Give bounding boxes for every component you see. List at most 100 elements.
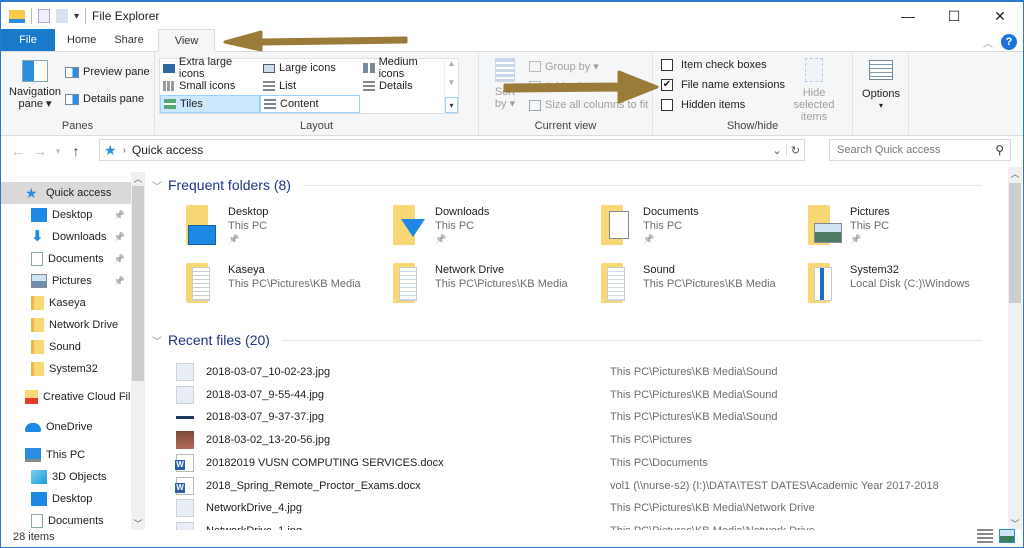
frequent-folder-tile[interactable]: Sound This PC\Pictures\KB Media bbox=[599, 263, 799, 313]
address-dropdown-icon[interactable]: ⌄ bbox=[768, 144, 786, 157]
download-icon: ⬇ bbox=[31, 228, 44, 245]
item-check-boxes-toggle[interactable]: Item check boxes bbox=[661, 59, 767, 71]
large-icons-icon bbox=[263, 63, 275, 73]
search-icon[interactable]: ⚲ bbox=[995, 143, 1004, 157]
scroll-up-icon[interactable]: ︿ bbox=[1008, 167, 1022, 180]
collapse-chevron-icon[interactable]: ﹀ bbox=[152, 178, 162, 193]
nav-item[interactable]: OneDrive bbox=[1, 416, 131, 438]
gallery-up-icon[interactable]: ▲ bbox=[448, 59, 456, 68]
refresh-icon[interactable]: ↻ bbox=[786, 143, 804, 157]
nav-item-label: Sound bbox=[49, 341, 81, 353]
large-icons-view-icon[interactable] bbox=[999, 529, 1015, 543]
layout-content[interactable]: Content bbox=[260, 95, 360, 113]
up-button[interactable]: ↑ bbox=[65, 143, 87, 159]
nav-item[interactable]: Network Drive bbox=[1, 314, 131, 336]
frequent-folder-tile[interactable]: Downloads This PC 📌 bbox=[391, 205, 591, 255]
layout-large-icons[interactable]: Large icons bbox=[260, 59, 360, 77]
address-path[interactable]: Quick access bbox=[132, 143, 203, 157]
nav-item[interactable]: Sound bbox=[1, 336, 131, 358]
folder-overlay bbox=[401, 219, 425, 237]
nav-item[interactable]: 3D Objects bbox=[1, 466, 131, 488]
details-pane-button[interactable]: Details pane bbox=[65, 93, 144, 105]
scroll-thumb[interactable] bbox=[1009, 183, 1021, 303]
scroll-thumb[interactable] bbox=[132, 186, 144, 381]
recent-file-row[interactable]: 2018-03-07_10-02-23.jpg This PC\Pictures\… bbox=[176, 361, 976, 383]
nav-item[interactable]: ★ Quick access bbox=[1, 182, 131, 204]
properties-icon[interactable] bbox=[38, 9, 50, 23]
preview-pane-button[interactable]: Preview pane bbox=[65, 66, 150, 78]
recent-file-row[interactable]: 2018-03-07_9-37-37.jpg This PC\Pictures\K… bbox=[176, 406, 976, 428]
nav-item[interactable]: Desktop 📌 bbox=[1, 204, 131, 226]
nav-item[interactable]: Creative Cloud Fil bbox=[1, 386, 131, 408]
file-name-extensions-checkbox[interactable]: ✔ bbox=[661, 79, 673, 91]
tab-view[interactable]: View bbox=[157, 29, 216, 52]
layout-small-icons[interactable]: Small icons bbox=[160, 77, 260, 95]
layout-medium-icons[interactable]: Medium icons bbox=[360, 56, 444, 80]
hide-selected-items-button[interactable]: Hide selected items bbox=[781, 58, 847, 123]
scroll-up-icon[interactable]: ︿ bbox=[131, 172, 145, 185]
address-bar[interactable]: ★ › Quick access ⌄ ↻ bbox=[99, 139, 805, 161]
frequent-folders-header[interactable]: ﹀ Frequent folders (8) bbox=[152, 177, 982, 193]
hidden-items-checkbox[interactable] bbox=[661, 99, 673, 111]
frequent-folder-tile[interactable]: Pictures This PC 📌 bbox=[806, 205, 991, 255]
layout-item-label: Details bbox=[379, 80, 413, 92]
collapse-chevron-icon[interactable]: ﹀ bbox=[152, 333, 162, 348]
onedrive-icon bbox=[25, 422, 41, 432]
file-name: 2018_Spring_Remote_Proctor_Exams.docx bbox=[206, 479, 421, 492]
breadcrumb-separator-icon[interactable]: › bbox=[123, 145, 126, 156]
recent-file-row[interactable]: 2018-03-07_9-55-44.jpg This PC\Pictures\K… bbox=[176, 384, 976, 406]
item-check-boxes-checkbox[interactable] bbox=[661, 59, 673, 71]
recent-locations-button[interactable]: ▾ bbox=[51, 146, 65, 157]
forward-button[interactable]: → bbox=[29, 143, 51, 159]
back-button[interactable]: ← bbox=[7, 143, 29, 159]
ribbon-right-controls: ︿ ? bbox=[983, 34, 1017, 50]
recent-file-row[interactable]: 2018-03-02_13-20-56.jpg This PC\Pictures bbox=[176, 429, 976, 451]
frequent-folder-tile[interactable]: Kaseya This PC\Pictures\KB Media bbox=[184, 263, 384, 313]
nav-item[interactable]: Documents 📌 bbox=[1, 248, 131, 270]
options-button[interactable]: Options ▾ bbox=[855, 60, 907, 112]
nav-pane-scrollbar[interactable]: ︿ ﹀ bbox=[131, 172, 145, 530]
help-icon[interactable]: ? bbox=[1001, 34, 1017, 50]
recent-files-header[interactable]: ﹀ Recent files (20) bbox=[152, 332, 982, 348]
nav-item[interactable]: Pictures 📌 bbox=[1, 270, 131, 292]
hidden-items-toggle[interactable]: Hidden items bbox=[661, 99, 745, 111]
frequent-folder-tile[interactable]: Desktop This PC 📌 bbox=[184, 205, 384, 255]
frequent-folder-tile[interactable]: Documents This PC 📌 bbox=[599, 205, 799, 255]
layout-extra-large-icons[interactable]: Extra large icons bbox=[160, 56, 260, 80]
tab-file[interactable]: File bbox=[1, 29, 55, 51]
gallery-more-button[interactable]: ▾ bbox=[445, 97, 458, 113]
collapse-ribbon-icon[interactable]: ︿ bbox=[983, 35, 993, 50]
navigation-pane-button[interactable]: Navigation pane ▾ bbox=[7, 60, 63, 110]
tile-text: Kaseya This PC\Pictures\KB Media bbox=[228, 263, 361, 313]
customize-qat-icon[interactable]: ▾ bbox=[74, 11, 79, 22]
nav-item[interactable]: Desktop bbox=[1, 488, 131, 510]
layout-list[interactable]: List bbox=[260, 77, 360, 95]
tab-share[interactable]: Share bbox=[110, 29, 157, 51]
annotation-arrow-right bbox=[503, 70, 659, 104]
frequent-folder-tile[interactable]: System32 Local Disk (C:)\Windows bbox=[806, 263, 991, 313]
nav-item[interactable]: ⬇ Downloads 📌 bbox=[1, 226, 131, 248]
nav-item-label: Documents bbox=[48, 253, 104, 265]
details-view-icon[interactable] bbox=[977, 529, 993, 543]
nav-item[interactable]: This PC bbox=[1, 444, 131, 466]
layout-item-label: List bbox=[279, 80, 297, 92]
close-button[interactable]: ✕ bbox=[977, 2, 1023, 30]
recent-file-row[interactable]: 20182019 VUSN COMPUTING SERVICES.docx Thi… bbox=[175, 452, 976, 474]
recent-file-row[interactable]: 2018_Spring_Remote_Proctor_Exams.docx vol… bbox=[175, 475, 976, 497]
nav-item[interactable]: Kaseya bbox=[1, 292, 131, 314]
layout-gallery: Extra large icons Large icons Medium ico… bbox=[159, 56, 459, 114]
frequent-folder-tile[interactable]: Network Drive This PC\Pictures\KB Media bbox=[391, 263, 591, 313]
file-name-extensions-toggle[interactable]: ✔ File name extensions bbox=[661, 79, 785, 91]
recent-file-row[interactable]: NetworkDrive_4.jpg This PC\Pictures\KB Me… bbox=[176, 497, 976, 519]
maximize-button[interactable]: ☐ bbox=[931, 2, 977, 30]
content-scrollbar[interactable]: ︿ ﹀ bbox=[1008, 167, 1022, 530]
new-folder-icon[interactable] bbox=[56, 9, 68, 23]
gallery-down-icon[interactable]: ▼ bbox=[448, 78, 456, 87]
folder-icon bbox=[806, 263, 842, 303]
layout-tiles[interactable]: Tiles bbox=[160, 95, 260, 113]
search-input[interactable]: Search Quick access ⚲ bbox=[829, 139, 1011, 161]
nav-item[interactable]: System32 bbox=[1, 358, 131, 380]
tab-home[interactable]: Home bbox=[55, 29, 110, 51]
layout-details[interactable]: Details bbox=[360, 77, 444, 95]
minimize-button[interactable]: — bbox=[885, 2, 931, 30]
